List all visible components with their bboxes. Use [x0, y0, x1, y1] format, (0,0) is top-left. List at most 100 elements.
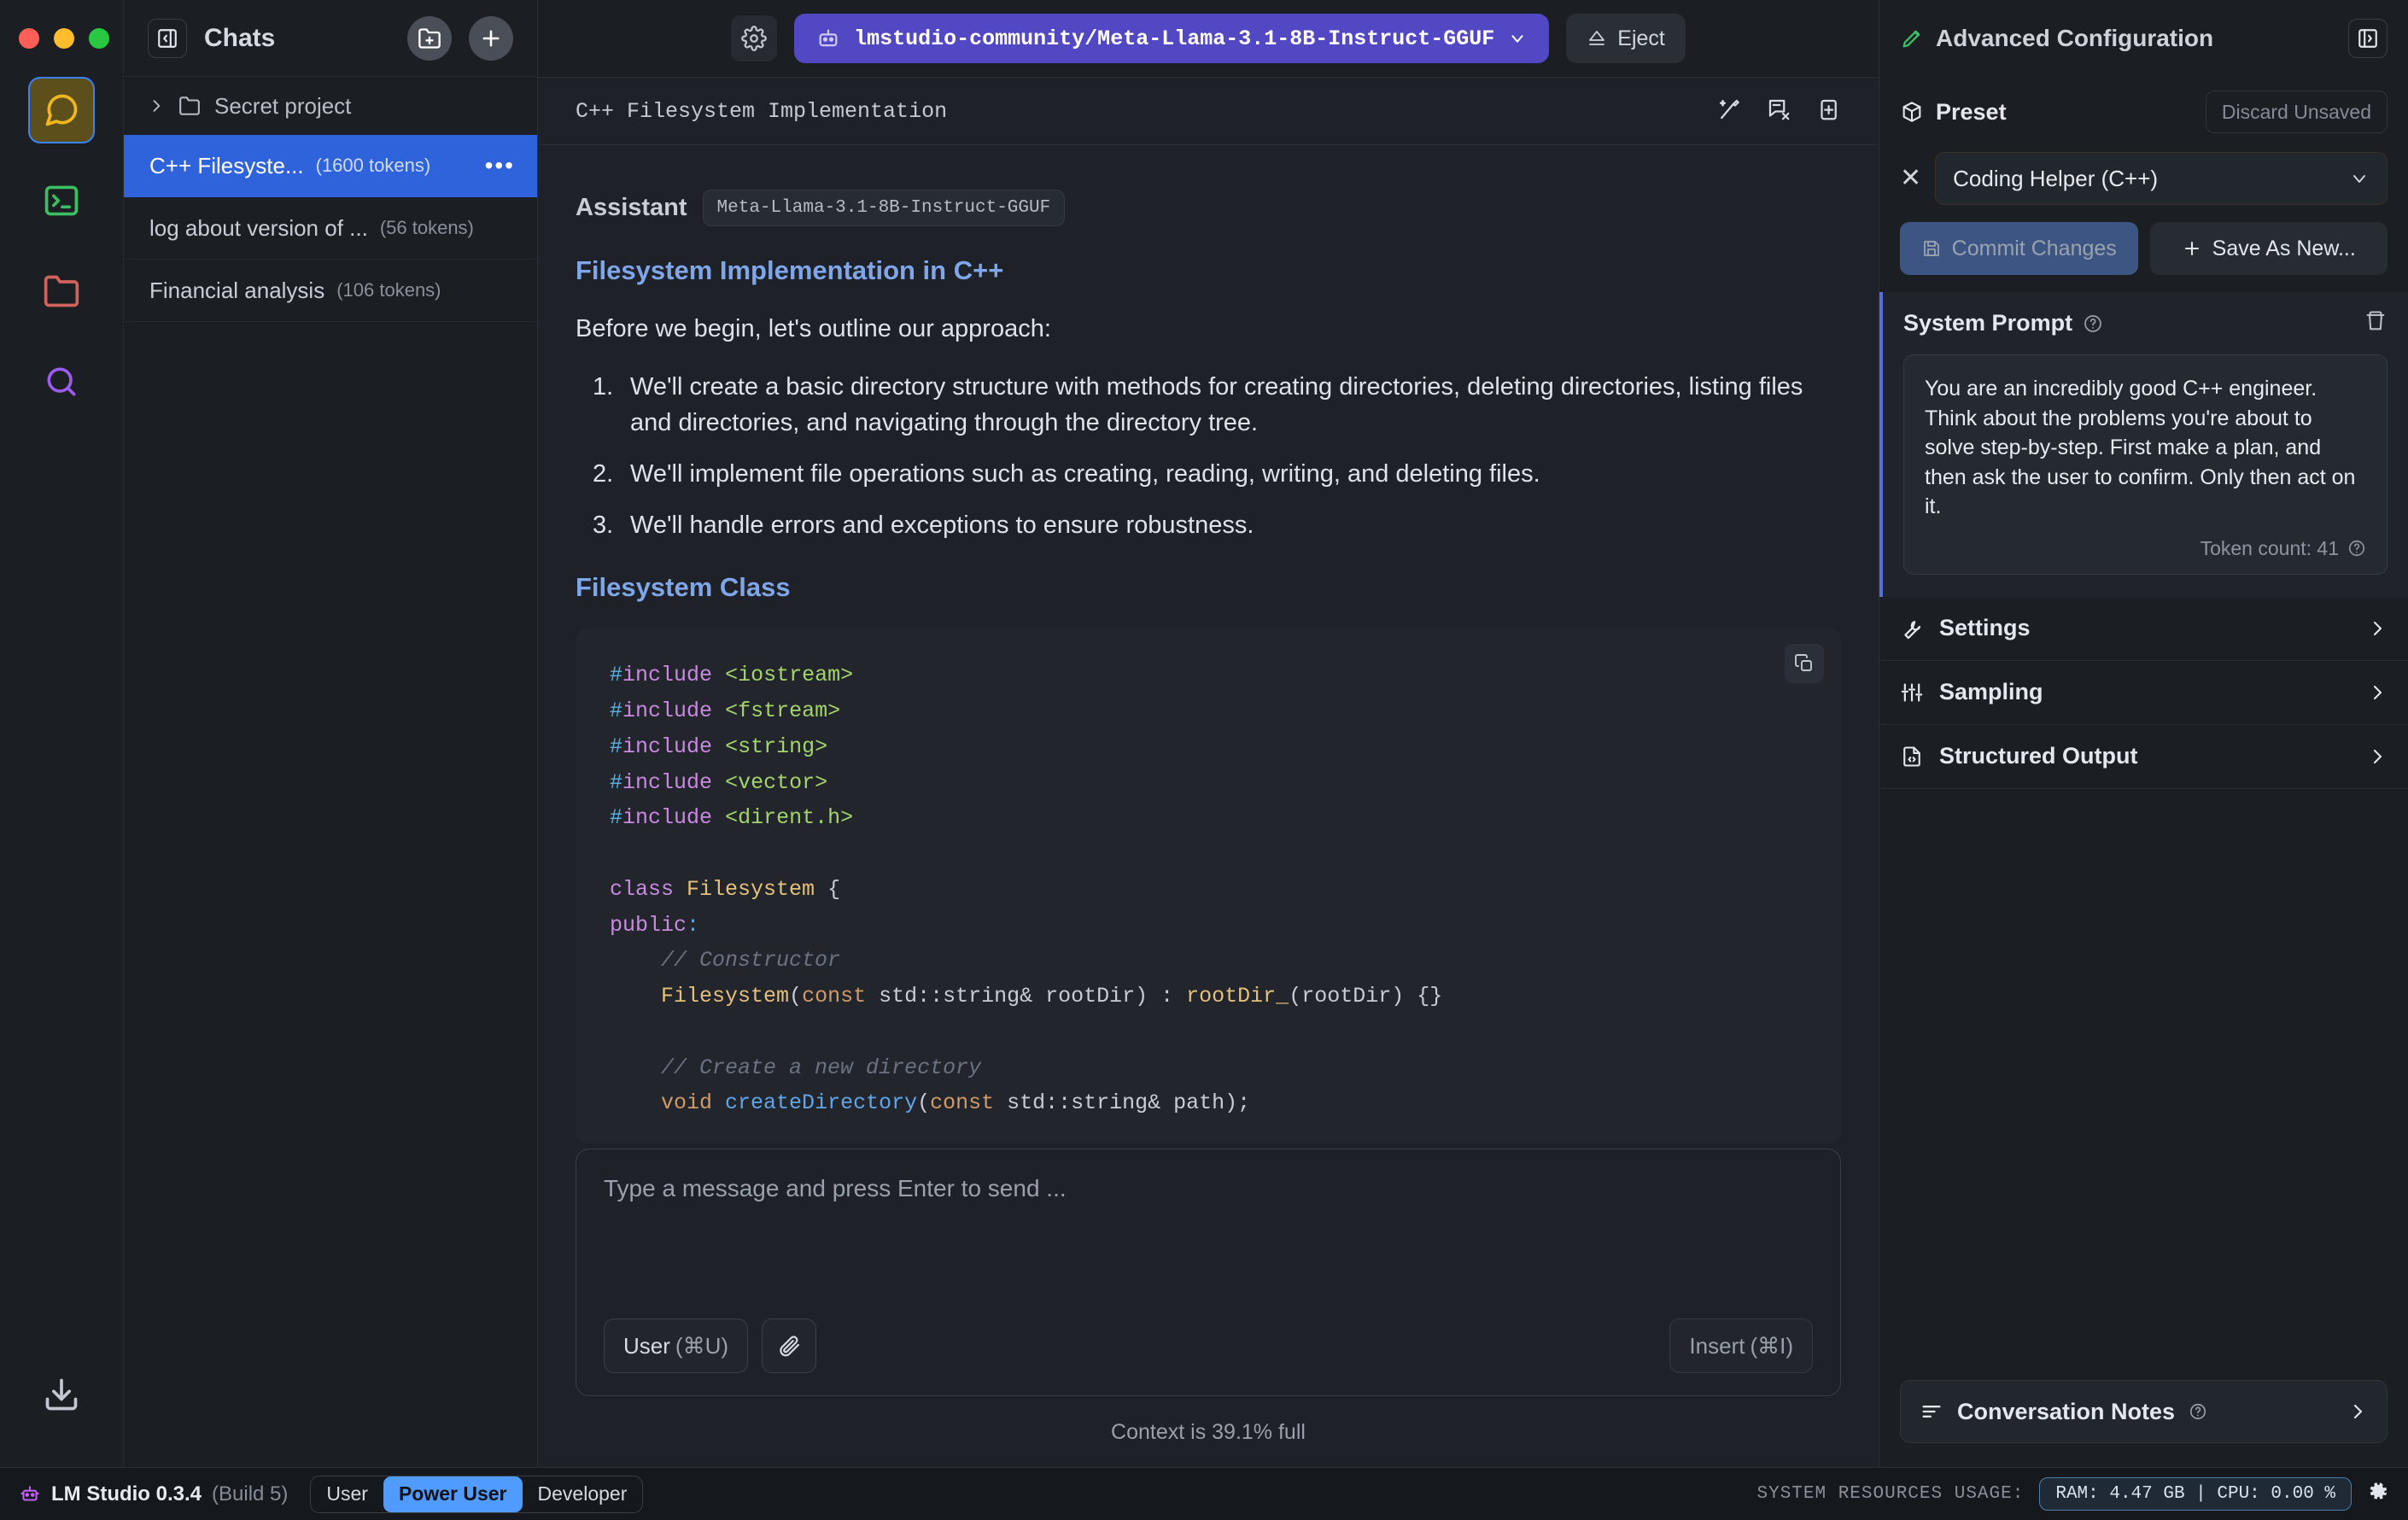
code-content: #include <iostream> #include <fstream> #… [610, 663, 1443, 1116]
message-composer[interactable]: Type a message and press Enter to send .… [576, 1149, 1841, 1396]
chat-item-menu-button[interactable]: ••• [485, 154, 515, 178]
markdown-intro-paragraph: Before we begin, let's outline our appro… [576, 315, 1051, 342]
box-icon [1902, 102, 1921, 122]
save-as-new-button[interactable]: Save As New... [2149, 222, 2388, 275]
minimize-button[interactable] [54, 28, 74, 49]
chat-item-tokens: (106 tokens) [336, 279, 441, 301]
insert-button[interactable]: Insert (⌘I) [1669, 1318, 1813, 1373]
app-settings-button[interactable] [2367, 1481, 2389, 1507]
section-settings[interactable]: Settings [1879, 597, 2408, 661]
clear-messages-icon[interactable] [1766, 96, 1791, 126]
clear-preset-button[interactable]: ✕ [1900, 166, 1921, 191]
section-label: Structured Output [1939, 743, 2138, 769]
mode-user[interactable]: User [311, 1476, 383, 1512]
mode-developer[interactable]: Developer [523, 1476, 643, 1512]
help-circle-icon[interactable] [2189, 1402, 2207, 1421]
panel-collapse-right-icon [2358, 29, 2377, 48]
preset-selected-value: Coding Helper (C++) [1953, 165, 2159, 191]
rail-item-chat[interactable] [28, 77, 95, 143]
chevron-right-icon [2373, 685, 2382, 699]
chevron-down-icon [2353, 175, 2365, 183]
wrench-icon [1904, 620, 1921, 639]
chat-list-item-cpp-filesystem[interactable]: C++ Filesyste... (1600 tokens) ••• [124, 135, 537, 197]
rail-item-my-models[interactable] [28, 258, 95, 324]
chat-folder-secret-project[interactable]: Secret project [124, 77, 537, 135]
chevron-right-icon [2373, 621, 2382, 635]
model-selector[interactable]: lmstudio-community/Meta-Llama-3.1-8B-Ins… [794, 14, 1550, 63]
advanced-configuration-panel: Advanced Configuration Preset Discard Un… [1879, 0, 2408, 1467]
folder-icon [44, 275, 79, 307]
system-resources-value: RAM: 4.47 GB | CPU: 0.00 % [2039, 1477, 2352, 1511]
context-status: Context is 39.1% full [1111, 1420, 1306, 1444]
close-button[interactable] [19, 28, 39, 49]
eject-label: Eject [1617, 26, 1665, 50]
delete-system-prompt-button[interactable] [2364, 309, 2388, 337]
new-folder-button[interactable] [407, 15, 452, 61]
section-sampling[interactable]: Sampling [1879, 661, 2408, 725]
markdown-ordered-list: We'll create a basic directory structure… [576, 369, 1841, 543]
sliders-icon [1901, 683, 1923, 701]
role-selector-user-button[interactable]: User (⌘U) [604, 1318, 748, 1373]
chat-list-item-log-about-version[interactable]: log about version of ... (56 tokens) [124, 197, 537, 260]
status-bar: LM Studio 0.3.4 (Build 5) User Power Use… [0, 1467, 2408, 1520]
commit-changes-button[interactable]: Commit Changes [1900, 222, 2138, 275]
conversation-notes-button[interactable]: Conversation Notes [1900, 1380, 2388, 1443]
conversation-notes-label: Conversation Notes [1957, 1398, 2176, 1424]
search-icon [47, 367, 76, 396]
preset-section-header: Preset Discard Unsaved [1879, 77, 2408, 133]
preset-dropdown[interactable]: Coding Helper (C++) [1935, 152, 2388, 205]
chat-item-tokens: (1600 tokens) [315, 155, 431, 176]
right-panel-title: Advanced Configuration [1936, 25, 2214, 51]
rail-item-downloads[interactable] [28, 1361, 95, 1428]
model-name-label: lmstudio-community/Meta-Llama-3.1-8B-Ins… [854, 26, 1495, 51]
system-prompt-text: You are an incredibly good C++ engineer.… [1925, 377, 2356, 518]
model-toolbar: lmstudio-community/Meta-Llama-3.1-8B-Ins… [538, 0, 1879, 77]
message-input-placeholder[interactable]: Type a message and press Enter to send .… [604, 1175, 1813, 1318]
chevron-down-icon [1511, 35, 1523, 43]
list-item: We'll handle errors and exceptions to en… [593, 507, 1254, 543]
right-panel-spacer [1879, 789, 2408, 1381]
role-shortcut: (⌘U) [675, 1332, 728, 1359]
copy-code-button[interactable] [1785, 644, 1824, 684]
list-item: We'll implement file operations such as … [593, 456, 1540, 492]
maximize-button[interactable] [89, 28, 109, 49]
rail-item-developer[interactable] [28, 167, 95, 234]
insert-shortcut: (⌘I) [1750, 1332, 1793, 1359]
terminal-icon [44, 185, 79, 216]
message-header: Assistant Meta-Llama-3.1-8B-Instruct-GGU… [576, 190, 1841, 226]
magic-wand-icon[interactable] [1716, 96, 1742, 126]
folder-label: Secret project [214, 92, 352, 119]
new-chat-button[interactable] [469, 15, 513, 61]
download-icon [45, 1378, 78, 1411]
main-body: Chats Secret project C++ Filesyste... (1… [0, 0, 2408, 1467]
collapse-right-panel-button[interactable] [2348, 19, 2388, 58]
collapse-sidebar-button[interactable] [148, 18, 187, 58]
model-settings-button[interactable] [731, 15, 778, 61]
eject-model-button[interactable]: Eject [1566, 14, 1686, 63]
chevron-right-icon [2353, 1404, 2363, 1419]
trash-icon [2366, 311, 2385, 330]
app-version: LM Studio 0.3.4 [51, 1482, 202, 1505]
chat-list-item-financial-analysis[interactable]: Financial analysis (106 tokens) [124, 260, 537, 322]
rail-item-discover[interactable] [28, 348, 95, 415]
attach-file-button[interactable] [762, 1318, 816, 1373]
mode-switcher: User Power User Developer [310, 1475, 644, 1513]
help-circle-icon[interactable] [2083, 313, 2103, 334]
duplicate-chat-icon[interactable] [1815, 96, 1841, 126]
preset-selector-row: ✕ Coding Helper (C++) [1879, 133, 2408, 205]
system-resources-label: SYSTEM RESOURCES USAGE: [1756, 1484, 2025, 1504]
help-circle-icon[interactable] [2347, 539, 2366, 558]
panel-collapse-left-icon [158, 28, 177, 48]
section-structured-output[interactable]: Structured Output [1879, 725, 2408, 789]
chat-item-title: C++ Filesyste... [149, 152, 304, 178]
paperclip-icon [780, 1336, 800, 1357]
mode-power-user[interactable]: Power User [383, 1476, 523, 1512]
role-label: User [623, 1332, 670, 1359]
system-prompt-token-count-row: Token count: 41 [1925, 537, 2366, 560]
discard-unsaved-button[interactable]: Discard Unsaved [2205, 91, 2388, 133]
system-prompt-textarea[interactable]: You are an incredibly good C++ engineer.… [1903, 354, 2388, 575]
copy-icon [1795, 654, 1812, 672]
chat-item-title: log about version of ... [149, 214, 368, 241]
notes-icon [1922, 1406, 1941, 1418]
system-prompt-token-count: Token count: 41 [2200, 536, 2339, 559]
